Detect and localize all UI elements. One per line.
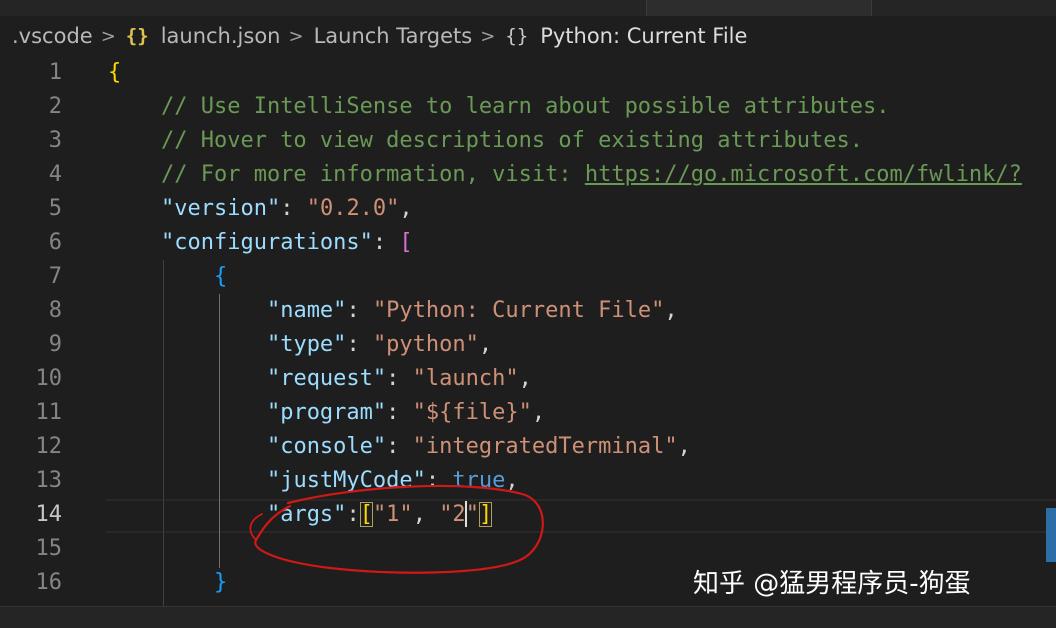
code-text: "args":["1", "2"] [266,501,493,527]
line-number: 3 [48,128,62,153]
code-line[interactable]: 6 "configurations": [ [0,226,1056,260]
code-line[interactable]: 10 "request": "launch", [0,362,1056,396]
code-line[interactable]: 13 "justMyCode": true, [0,464,1056,498]
code-line[interactable]: 5 "version": "0.2.0", [0,192,1056,226]
line-number: 2 [48,94,62,119]
code-text: "console": "integratedTerminal", [266,434,691,459]
code-editor[interactable]: 1{2 // Use IntelliSense to learn about p… [0,56,1056,606]
line-number: 5 [48,196,62,221]
line-number: 13 [35,468,63,493]
line-number: 4 [48,162,62,187]
line-number: 14 [35,502,63,527]
breadcrumb-item-launch-json[interactable]: launch.json [161,24,281,48]
active-tab[interactable] [646,0,872,16]
code-text: // Hover to view descriptions of existin… [160,128,863,153]
watermark: 知乎 @猛男程序员-狗蛋 [693,569,971,599]
breadcrumb-item-launch-targets[interactable]: Launch Targets [314,24,473,48]
code-line[interactable]: 9 "type": "python", [0,328,1056,362]
line-number: 8 [48,298,62,323]
code-text: "justMyCode": true, [266,468,519,493]
code-line[interactable]: 4 // For more information, visit: https:… [0,158,1056,192]
line-number: 16 [35,570,63,595]
json-braces-icon: {} [125,25,149,47]
code-line[interactable]: 14 "args":["1", "2"] [0,498,1056,532]
code-line[interactable]: 8 "name": "Python: Current File", [0,294,1056,328]
breadcrumb: .vscode > {} launch.json > Launch Target… [0,16,1056,56]
line-number: 7 [48,264,62,289]
code-text: // For more information, visit: https://… [160,162,1022,187]
code-text: "program": "${file}", [266,400,546,425]
line-number: 12 [35,434,63,459]
breadcrumb-item-vscode[interactable]: .vscode [12,24,93,48]
code-line[interactable]: 11 "program": "${file}", [0,396,1056,430]
code-line[interactable]: 3 // Hover to view descriptions of exist… [0,124,1056,158]
line-number: 10 [35,366,63,391]
chevron-right-icon: > [100,25,116,47]
line-number: 15 [35,536,63,561]
line-number: 6 [48,230,62,255]
line-number: 9 [48,332,62,357]
code-text: // Use IntelliSense to learn about possi… [160,94,890,119]
chevron-right-icon: > [480,25,496,47]
bottom-panel-edge [0,606,1056,628]
code-text: "version": "0.2.0", [160,196,413,221]
code-line[interactable]: 2 // Use IntelliSense to learn about pos… [0,90,1056,124]
code-text: { [213,264,228,289]
code-line[interactable]: 7 { [0,260,1056,294]
code-line[interactable]: 15 [0,532,1056,566]
line-number: 1 [48,60,62,85]
code-text: "configurations": [ [160,230,413,255]
code-line[interactable]: 12 "console": "integratedTerminal", [0,430,1056,464]
object-braces-icon: {} [505,25,529,47]
code-line[interactable]: 1{ [0,56,1056,90]
breadcrumb-item-python-current-file[interactable]: Python: Current File [540,24,747,48]
scrollbar-marker[interactable] [1046,508,1056,562]
code-text: "request": "launch", [266,366,532,391]
code-text: { [108,60,122,85]
editor-tab-strip [0,0,1056,16]
chevron-right-icon: > [288,25,304,47]
code-text: "name": "Python: Current File", [266,298,678,323]
code-text: } [213,570,228,595]
code-text: "type": "python", [266,332,493,357]
line-number: 11 [35,400,63,425]
